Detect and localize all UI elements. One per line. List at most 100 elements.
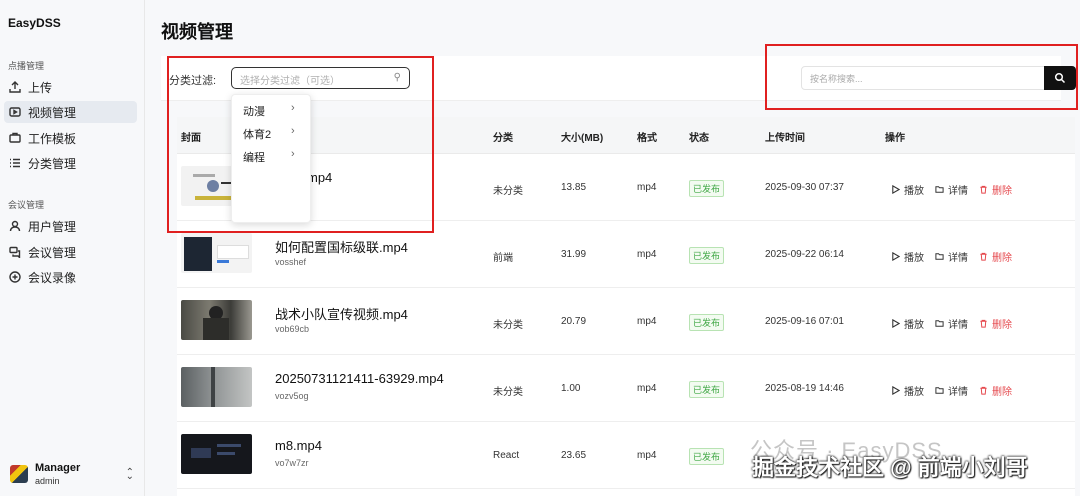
sidebar-item-upload[interactable]: 上传 — [4, 76, 137, 98]
header-format: 格式 — [637, 133, 657, 144]
user-name: Manager — [35, 462, 81, 474]
dropdown-option[interactable]: 体育2 › — [232, 123, 310, 141]
trash-icon — [980, 386, 987, 395]
user-menu[interactable]: Manager admin ⌃ ⌄ — [8, 462, 136, 488]
delete-button[interactable]: 删除 — [979, 383, 1012, 398]
table-row[interactable]: 20250731121411-63929.mp4 vozv5og 未分类 1.0… — [177, 355, 1075, 422]
play-button[interactable]: 播放 — [891, 316, 924, 331]
trash-icon — [980, 252, 987, 261]
file-name: 如何配置国标级联.mp4 — [275, 240, 408, 255]
chevron-updown-icon[interactable]: ⌃ ⌄ — [126, 467, 134, 489]
video-icon — [8, 105, 22, 119]
video-thumbnail[interactable] — [181, 233, 252, 273]
header-status: 状态 — [689, 133, 709, 144]
status-badge: 已发布 — [689, 247, 725, 264]
format-cell: mp4 — [637, 182, 657, 193]
trash-icon — [980, 319, 987, 328]
upload-icon — [8, 80, 22, 94]
size-cell: 23.65 — [561, 450, 587, 461]
format-cell: mp4 — [637, 316, 657, 327]
user-icon — [8, 219, 22, 233]
sidebar-item-recordings[interactable]: 会议录像 — [4, 266, 137, 288]
list-icon — [8, 156, 22, 170]
sidebar-item-label: 会议录像 — [28, 270, 77, 285]
folder-icon — [935, 253, 944, 260]
status-badge: 已发布 — [689, 381, 725, 398]
status-badge: 已发布 — [689, 448, 725, 465]
play-button[interactable]: 播放 — [891, 182, 924, 197]
header-size: 大小(MB) — [561, 133, 604, 144]
sidebar-item-label: 上传 — [28, 80, 53, 95]
format-cell: mp4 — [637, 450, 657, 461]
sidebar-item-label: 视频管理 — [28, 105, 77, 120]
chevron-right-icon: › — [291, 102, 295, 114]
detail-button[interactable]: 详情 — [935, 182, 968, 197]
table-row[interactable]: 战术小队宣传视频.mp4 vob69cb 未分类 20.79 mp4 已发布 2… — [177, 288, 1075, 355]
section-title-vod: 点播管理 — [8, 61, 45, 71]
sidebar-item-label: 用户管理 — [28, 219, 77, 234]
detail-button[interactable]: 详情 — [935, 249, 968, 264]
template-icon — [8, 131, 22, 145]
sidebar-item-categories[interactable]: 分类管理 — [4, 152, 137, 174]
avatar — [10, 465, 28, 483]
size-cell: 1.00 — [561, 383, 581, 394]
file-name: 20250731121411-63929.mp4 — [275, 371, 444, 386]
play-button[interactable]: 播放 — [891, 249, 924, 264]
watermark-bottom: 掘金技术社区 @ 前端小刘哥 — [752, 455, 1028, 480]
header-upload-time: 上传时间 — [765, 133, 805, 144]
sidebar-item-label: 工作模板 — [28, 131, 77, 146]
delete-button[interactable]: 删除 — [979, 316, 1012, 331]
size-cell: 20.79 — [561, 316, 587, 327]
main-content: 视频管理 分类过滤: 选择分类过滤（可选） ⚲ 按名称搜索... 封面 分类 大… — [145, 0, 1080, 496]
section-title-meeting: 会议管理 — [8, 200, 45, 210]
sidebar-item-video-management[interactable]: 视频管理 — [4, 101, 137, 123]
chevron-right-icon: › — [291, 148, 295, 160]
play-icon — [892, 185, 900, 194]
video-thumbnail[interactable] — [181, 434, 252, 474]
folder-icon — [935, 186, 944, 193]
video-thumbnail[interactable] — [181, 367, 252, 407]
meeting-icon — [8, 245, 22, 259]
status-badge: 已发布 — [689, 314, 725, 331]
detail-button[interactable]: 详情 — [935, 383, 968, 398]
file-code: vozv5og — [275, 391, 309, 401]
folder-icon — [935, 387, 944, 394]
delete-button[interactable]: 删除 — [979, 249, 1012, 264]
upload-time-cell: 2025-09-22 06:14 — [765, 249, 844, 260]
video-thumbnail[interactable] — [181, 300, 252, 340]
play-button[interactable]: 播放 — [891, 383, 924, 398]
record-icon — [8, 270, 22, 284]
file-code: vosshef — [275, 257, 307, 267]
format-cell: mp4 — [637, 383, 657, 394]
category-cell: 未分类 — [493, 320, 523, 331]
delete-button[interactable]: 删除 — [979, 182, 1012, 197]
detail-button[interactable]: 详情 — [935, 316, 968, 331]
header-category: 分类 — [493, 133, 513, 144]
folder-icon — [935, 320, 944, 327]
category-cell: React — [493, 450, 520, 461]
sidebar-item-templates[interactable]: 工作模板 — [4, 127, 137, 149]
chevron-right-icon: › — [291, 125, 295, 137]
upload-time-cell: 2025-08-19 14:46 — [765, 383, 844, 394]
size-cell: 13.85 — [561, 182, 587, 193]
file-name: 战术小队宣传视频.mp4 — [275, 307, 408, 322]
play-icon — [892, 386, 900, 395]
dropdown-option[interactable]: 动漫 › — [232, 100, 310, 118]
format-cell: mp4 — [637, 249, 657, 260]
sidebar-item-label: 分类管理 — [28, 156, 77, 171]
page-title: 视频管理 — [161, 22, 233, 42]
upload-time-cell: 2025-09-30 07:37 — [765, 182, 844, 193]
size-cell: 31.99 — [561, 249, 587, 260]
category-cell: 未分类 — [493, 387, 523, 398]
user-role: admin — [35, 476, 60, 486]
category-dropdown: 动漫 › 体育2 › 编程 › — [231, 94, 311, 223]
highlight-box-search — [765, 44, 1078, 110]
category-cell: 未分类 — [493, 186, 523, 197]
sidebar: EasyDSS 点播管理 上传 视频管理 工作模板 分类管理 会议管理 用户管理… — [0, 0, 145, 496]
trash-icon — [980, 185, 987, 194]
status-badge: 已发布 — [689, 180, 725, 197]
dropdown-option[interactable]: 编程 › — [232, 146, 310, 164]
file-name: m8.mp4 — [275, 438, 322, 453]
sidebar-item-meetings[interactable]: 会议管理 — [4, 241, 137, 263]
sidebar-item-users[interactable]: 用户管理 — [4, 215, 137, 237]
